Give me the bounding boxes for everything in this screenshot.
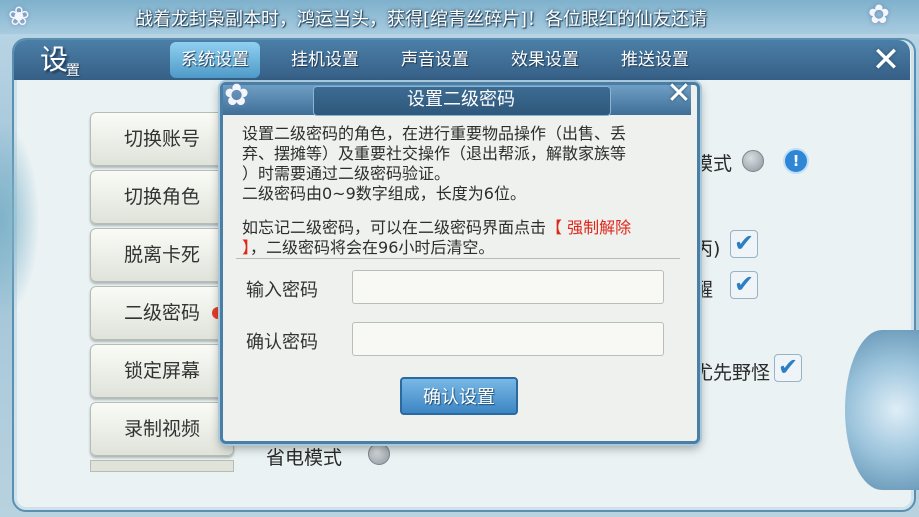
mode-toggle[interactable] xyxy=(742,150,764,172)
flower-decoration-icon: ✿ xyxy=(224,78,250,113)
tab-idle-settings[interactable]: 挂机设置 xyxy=(280,42,370,78)
unstuck-button[interactable]: 脱离卡死 xyxy=(90,228,234,282)
dialog-title: 设置二级密码 xyxy=(407,89,515,110)
confirm-password-label: 确认密码 xyxy=(246,332,318,353)
switch-account-button[interactable]: 切换账号 xyxy=(90,112,234,166)
tab-sound-settings[interactable]: 声音设置 xyxy=(390,42,480,78)
power-save-toggle[interactable] xyxy=(368,443,390,465)
flower-decoration-icon: ✿ xyxy=(868,0,890,30)
forgot-password-hint-line2: 】，二级密码将会在96小时后清空。 xyxy=(242,234,494,258)
decorative-branch xyxy=(0,120,40,320)
confirm-password-input[interactable] xyxy=(352,322,664,356)
info-icon[interactable]: ! xyxy=(783,148,809,174)
password-input[interactable] xyxy=(352,270,664,304)
priority-monster-checkbox[interactable]: ✔ xyxy=(774,354,802,382)
tab-effect-settings[interactable]: 效果设置 xyxy=(500,42,590,78)
marquee-text: 战着龙封枭副本时，鸿运当头，获得[绾青丝碎片]！各位眼红的仙友还请 xyxy=(135,9,708,30)
sidebar-more-item xyxy=(90,460,234,472)
password-label: 输入密码 xyxy=(246,280,318,301)
tab-push-settings[interactable]: 推送设置 xyxy=(610,42,700,78)
switch-character-button[interactable]: 切换角色 xyxy=(90,170,234,224)
window-title: 设 xyxy=(40,43,69,76)
close-icon[interactable]: ✕ xyxy=(868,43,904,79)
option-priority-monster-label: 尤先野怪 xyxy=(694,362,771,384)
force-unlock-link[interactable]: 【 强制解除 xyxy=(546,218,631,237)
flower-decoration-icon: ❀ xyxy=(8,2,30,32)
option-checkbox[interactable]: ✔ xyxy=(730,230,758,258)
power-save-label: 省电模式 xyxy=(266,447,343,469)
forgot-hint-suffix: ，二级密码将会在96小时后清空。 xyxy=(250,238,495,257)
close-icon[interactable]: ✕ xyxy=(664,79,694,110)
reminder-checkbox[interactable]: ✔ xyxy=(730,271,758,299)
lock-screen-button[interactable]: 锁定屏幕 xyxy=(90,344,234,398)
confirm-settings-button[interactable]: 确认设置 xyxy=(400,377,518,415)
tab-system-settings[interactable]: 系统设置 xyxy=(170,42,260,78)
dialog-description: 二级密码由0~9数字组成，长度为6位。 xyxy=(242,184,526,203)
window-title: 置 xyxy=(66,63,80,79)
dialog-divider xyxy=(236,258,680,259)
decorative-orb xyxy=(845,330,919,490)
record-video-button[interactable]: 录制视频 xyxy=(90,402,234,456)
force-unlock-link-end[interactable]: 】 xyxy=(242,238,250,257)
